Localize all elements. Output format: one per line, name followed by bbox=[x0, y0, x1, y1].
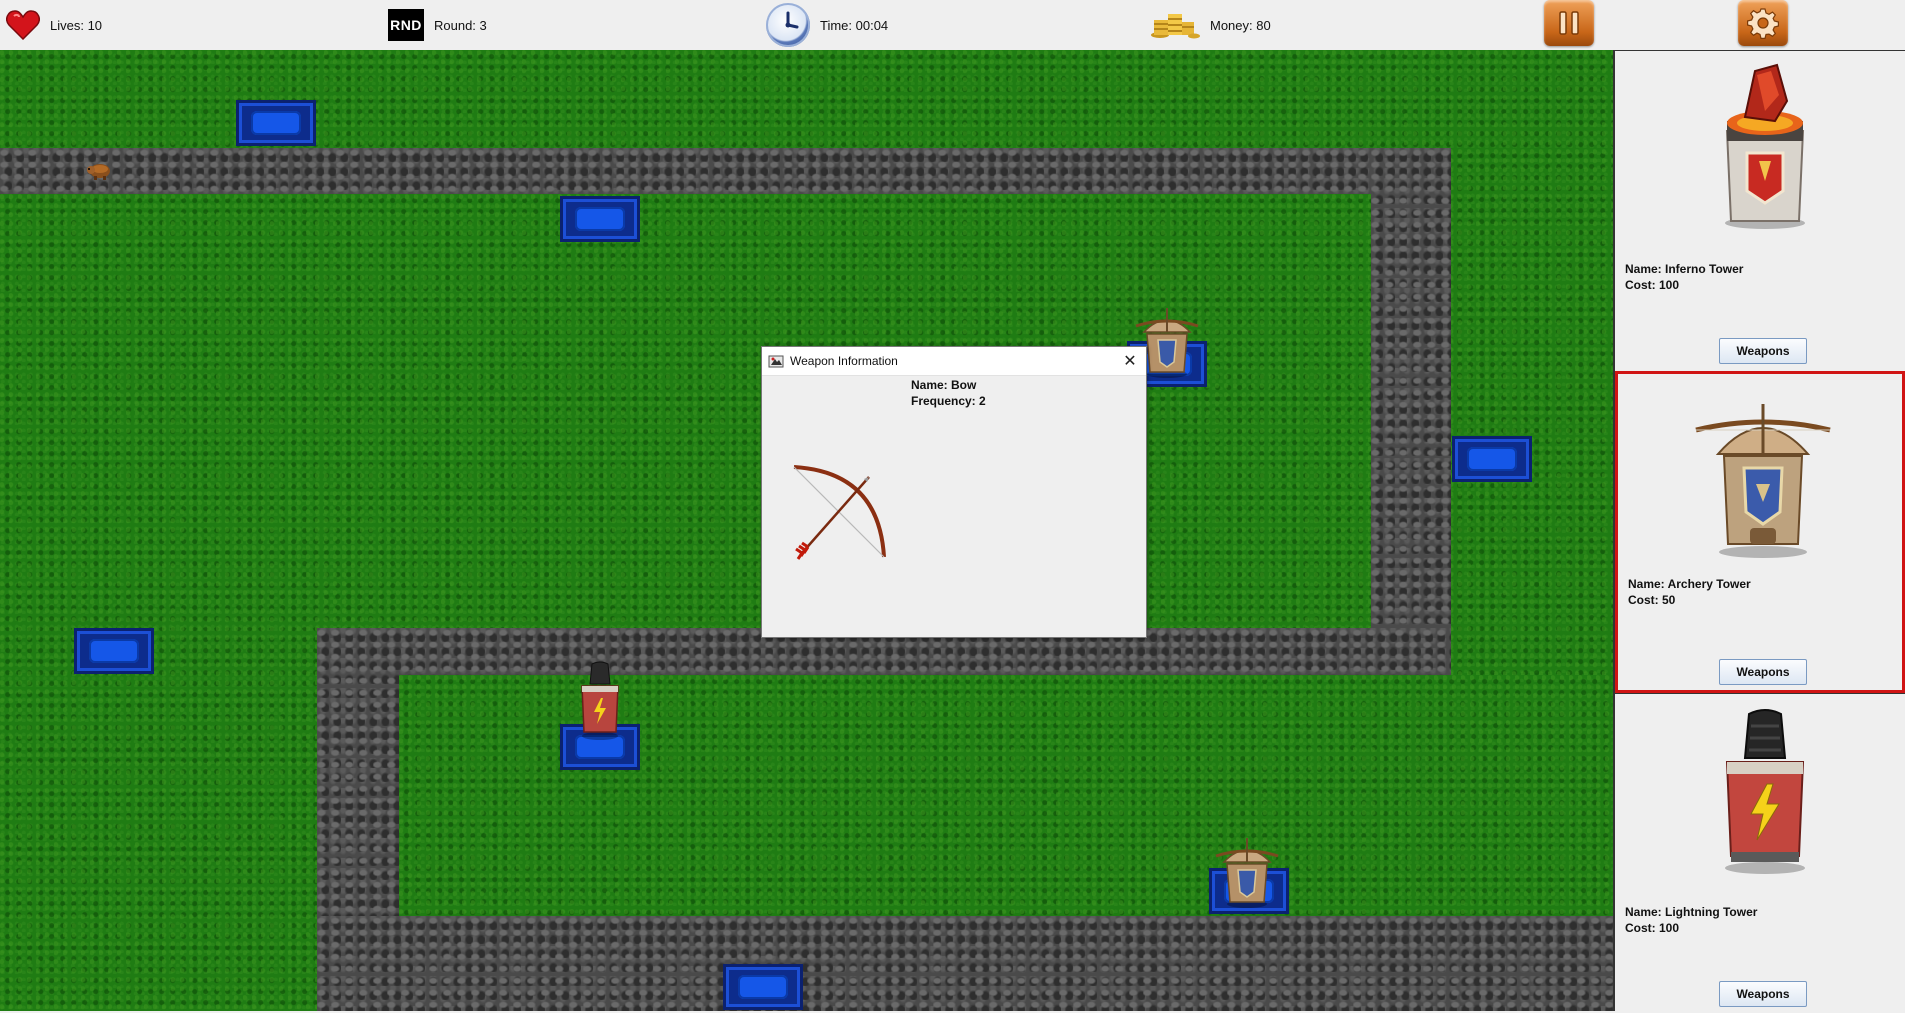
build-slot[interactable] bbox=[236, 100, 316, 146]
round-badge: RND bbox=[388, 9, 424, 41]
lives-label: Lives: 10 bbox=[50, 17, 103, 33]
weapon-frequency: Frequency: 2 bbox=[911, 394, 986, 408]
round-label: Round: 3 bbox=[434, 17, 487, 33]
settings-button[interactable] bbox=[1738, 0, 1788, 46]
pause-button[interactable] bbox=[1544, 0, 1594, 46]
tower-info: Name: Archery Tower Cost: 50 bbox=[1628, 576, 1751, 608]
pause-icon bbox=[1559, 11, 1579, 35]
archery-tower-icon bbox=[1695, 404, 1831, 558]
inferno-tower-icon bbox=[1725, 63, 1805, 229]
tower-card-lightning[interactable]: Name: Lightning Tower Cost: 100 Weapons bbox=[1615, 693, 1905, 1013]
heart-icon bbox=[6, 10, 40, 40]
weapons-button[interactable]: Weapons bbox=[1719, 659, 1807, 685]
status-bar: Lives: 10 RND Round: 3 Time: 00:04 Money… bbox=[0, 0, 1905, 50]
build-slot[interactable] bbox=[74, 628, 154, 674]
path-segment bbox=[0, 148, 1451, 194]
bow-and-arrow-icon bbox=[793, 465, 886, 560]
game-map[interactable]: Weapon Information ✕ Name: Bow Frequency… bbox=[0, 50, 1613, 1011]
dialog-title: Weapon Information bbox=[790, 354, 898, 368]
weapon-info-dialog: Weapon Information ✕ Name: Bow Frequency… bbox=[761, 346, 1147, 638]
tower-card-archery[interactable]: Name: Archery Tower Cost: 50 Weapons bbox=[1615, 371, 1905, 693]
build-slot[interactable] bbox=[723, 964, 803, 1010]
clock-icon bbox=[766, 3, 810, 47]
weapon-name: Name: Bow bbox=[911, 378, 977, 392]
lightning-tower-icon bbox=[1725, 709, 1805, 874]
tower-shop-panel: Name: Inferno Tower Cost: 100 Weapons Na… bbox=[1613, 50, 1905, 1011]
grass-island bbox=[0, 194, 1371, 628]
build-slot[interactable] bbox=[1452, 436, 1532, 482]
tower-name: Name: Lightning Tower bbox=[1625, 905, 1758, 919]
tower-cost: Cost: 100 bbox=[1625, 921, 1680, 935]
close-icon[interactable]: ✕ bbox=[1120, 351, 1140, 371]
weapon-details: Name: Bow Frequency: 2 bbox=[911, 377, 986, 409]
lightning-tower-icon[interactable] bbox=[570, 660, 630, 740]
archery-tower-icon[interactable] bbox=[1212, 834, 1282, 908]
lives-stat: Lives: 10 bbox=[6, 0, 102, 50]
gear-icon bbox=[1747, 8, 1779, 39]
money-label: Money: 80 bbox=[1210, 17, 1271, 33]
java-app-icon bbox=[768, 355, 784, 368]
dialog-titlebar[interactable]: Weapon Information ✕ bbox=[762, 347, 1146, 376]
build-slot[interactable] bbox=[560, 196, 640, 242]
tower-cost: Cost: 100 bbox=[1625, 278, 1680, 292]
coins-icon bbox=[1151, 14, 1200, 39]
time-label: Time: 00:04 bbox=[820, 17, 889, 33]
enemy-creep-icon bbox=[87, 164, 110, 180]
tower-card-inferno[interactable]: Name: Inferno Tower Cost: 100 Weapons bbox=[1615, 50, 1905, 370]
tower-name: Name: Archery Tower bbox=[1628, 577, 1751, 591]
round-stat: RND Round: 3 bbox=[388, 0, 487, 50]
time-stat: Time: 00:04 bbox=[766, 0, 888, 50]
tower-cost: Cost: 50 bbox=[1628, 593, 1676, 607]
tower-info: Name: Inferno Tower Cost: 100 bbox=[1625, 261, 1743, 293]
tower-name: Name: Inferno Tower bbox=[1625, 262, 1744, 276]
money-stat: Money: 80 bbox=[1150, 0, 1271, 50]
weapons-button[interactable]: Weapons bbox=[1719, 338, 1807, 364]
path-segment bbox=[317, 916, 1613, 1011]
tower-info: Name: Lightning Tower Cost: 100 bbox=[1625, 904, 1757, 936]
weapons-button[interactable]: Weapons bbox=[1719, 981, 1807, 1007]
